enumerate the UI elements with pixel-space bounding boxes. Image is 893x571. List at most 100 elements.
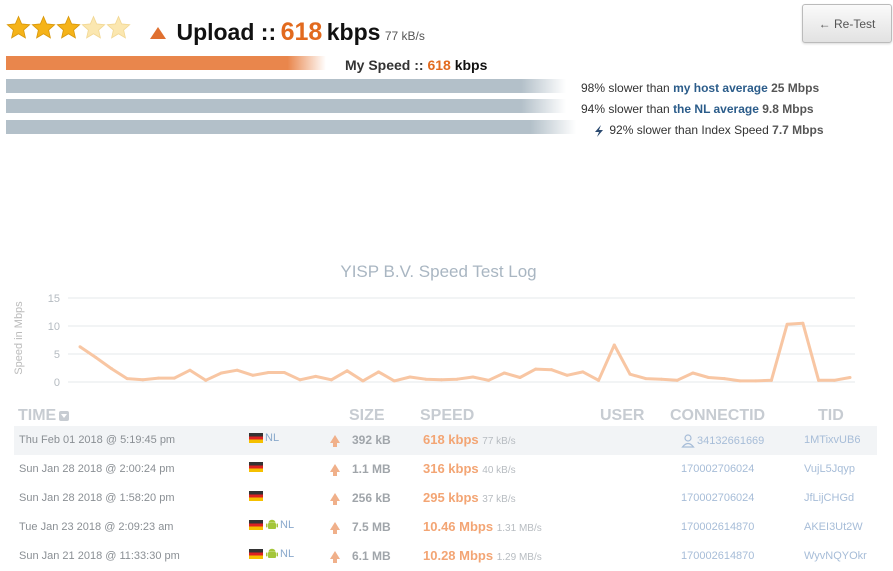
- speed-data-point[interactable]: [565, 373, 569, 377]
- row-speed: 10.28 Mbps 1.29 MB/s: [423, 548, 542, 563]
- speed-data-point[interactable]: [707, 376, 711, 380]
- speed-data-point[interactable]: [298, 378, 302, 382]
- upload-label: Upload ::: [176, 19, 277, 45]
- nl-comparison: 94% slower than the NL average 9.8 Mbps: [581, 102, 814, 116]
- speed-data-point[interactable]: [769, 378, 773, 382]
- row-connectid-value[interactable]: 170002706024: [681, 463, 754, 475]
- upload-arrow-icon: [150, 26, 166, 39]
- speed-data-point[interactable]: [534, 367, 538, 371]
- retest-button[interactable]: ← Re-Test: [802, 4, 892, 43]
- speed-data-point[interactable]: [455, 377, 459, 381]
- speed-data-point[interactable]: [518, 376, 522, 380]
- row-time: Thu Feb 01 2018 @ 5:19:45 pm: [19, 434, 176, 446]
- speed-data-point[interactable]: [439, 378, 443, 382]
- row-connectid-value[interactable]: 170002614870: [681, 521, 754, 533]
- germany-flag-icon: [249, 491, 263, 502]
- nl-average-bar: [6, 99, 566, 113]
- country-code: NL: [280, 519, 295, 532]
- speed-data-point[interactable]: [188, 368, 192, 372]
- row-tid[interactable]: 1MTixvUB6: [804, 434, 860, 446]
- row-speed-sub: 1.29 MB/s: [496, 552, 542, 563]
- row-tid[interactable]: JfLijCHGd: [804, 492, 854, 504]
- host-average-link[interactable]: my host average: [673, 81, 768, 95]
- row-location: NL: [249, 548, 294, 560]
- speed-data-point[interactable]: [314, 374, 318, 378]
- speed-data-point[interactable]: [597, 378, 601, 382]
- row-tid[interactable]: AKEI3Ut2W: [804, 521, 863, 533]
- row-connectid[interactable]: 170002614870: [681, 550, 754, 562]
- my-speed-label: My Speed :: 618 kbps: [345, 57, 487, 73]
- user-icon: [681, 434, 695, 448]
- speed-data-point[interactable]: [267, 370, 271, 374]
- country-code: NL: [265, 432, 280, 445]
- speed-data-point[interactable]: [817, 378, 821, 382]
- table-row[interactable]: Tue Jan 23 2018 @ 2:09:23 am NL 7.5 MB 10.4…: [14, 513, 877, 542]
- speed-data-point[interactable]: [691, 371, 695, 375]
- android-icon: [266, 519, 278, 530]
- speed-data-point[interactable]: [675, 378, 679, 382]
- table-row[interactable]: Sun Jan 28 2018 @ 2:00:24 pm 1.1 MB 316 kb…: [14, 455, 877, 484]
- table-row[interactable]: Sun Jan 21 2018 @ 11:33:30 pm NL 6.1 MB 10.…: [14, 542, 877, 571]
- speed-data-point[interactable]: [801, 321, 805, 325]
- nl-average-link[interactable]: the NL average: [673, 102, 759, 116]
- speed-data-point[interactable]: [785, 322, 789, 326]
- table-row[interactable]: Thu Feb 01 2018 @ 5:19:45 pm NL 392 kB 618 …: [14, 426, 877, 455]
- speed-data-point[interactable]: [549, 368, 553, 372]
- speed-data-point[interactable]: [235, 368, 239, 372]
- speed-data-point[interactable]: [109, 367, 113, 371]
- speed-data-point[interactable]: [157, 376, 161, 380]
- row-connectid-value[interactable]: 34132661669: [697, 435, 764, 447]
- speed-data-point[interactable]: [408, 375, 412, 379]
- row-tid[interactable]: VujL5Jqyp: [804, 463, 855, 475]
- speed-data-point[interactable]: [832, 378, 836, 382]
- row-tid[interactable]: WyvNQYOkr: [804, 550, 867, 562]
- speed-data-point[interactable]: [738, 379, 742, 383]
- speed-data-point[interactable]: [487, 378, 491, 382]
- speed-data-point[interactable]: [392, 379, 396, 383]
- speed-data-point[interactable]: [471, 375, 475, 379]
- speed-data-point[interactable]: [644, 377, 648, 381]
- speed-data-point[interactable]: [282, 370, 286, 374]
- speed-data-point[interactable]: [94, 355, 98, 359]
- speed-data-point[interactable]: [502, 371, 506, 375]
- speed-data-point[interactable]: [659, 377, 663, 381]
- table-row[interactable]: Sun Jan 28 2018 @ 1:58:20 pm 256 kB 295 kb…: [14, 484, 877, 513]
- speed-data-point[interactable]: [141, 378, 145, 382]
- row-connectid[interactable]: 170002614870: [681, 521, 754, 533]
- speed-data-point[interactable]: [172, 376, 176, 380]
- speed-data-point[interactable]: [251, 373, 255, 377]
- speed-data-point[interactable]: [722, 377, 726, 381]
- speed-data-point[interactable]: [204, 378, 208, 382]
- speed-data-point[interactable]: [612, 343, 616, 347]
- column-header-size: SIZE: [349, 407, 385, 424]
- sort-icon[interactable]: [59, 410, 70, 421]
- row-time: Sun Jan 28 2018 @ 2:00:24 pm: [19, 463, 175, 475]
- host-comparison-prefix: 98% slower than: [581, 81, 670, 95]
- row-location: [249, 461, 263, 473]
- speed-data-point[interactable]: [424, 377, 428, 381]
- y-tick-label: 5: [54, 349, 60, 361]
- speed-data-point[interactable]: [628, 372, 632, 376]
- speed-data-point[interactable]: [125, 377, 129, 381]
- my-speed-value: 618: [427, 57, 451, 73]
- row-speed-value: 10.46 Mbps: [423, 519, 494, 534]
- speed-data-point[interactable]: [329, 378, 333, 382]
- germany-flag-icon: [249, 433, 263, 444]
- speed-data-point[interactable]: [345, 369, 349, 373]
- speed-data-point[interactable]: [581, 370, 585, 374]
- speed-data-point[interactable]: [377, 370, 381, 374]
- speed-data-point[interactable]: [848, 376, 852, 380]
- speed-data-point[interactable]: [754, 379, 758, 383]
- row-connectid[interactable]: 170002706024: [681, 492, 754, 504]
- row-connectid[interactable]: 170002706024: [681, 463, 754, 475]
- row-connectid-value[interactable]: 170002614870: [681, 550, 754, 562]
- row-speed-sub: 1.31 MB/s: [496, 523, 542, 534]
- speed-data-point[interactable]: [78, 345, 82, 349]
- column-header-time[interactable]: TIME: [18, 407, 70, 425]
- row-connectid[interactable]: 34132661669: [681, 434, 764, 448]
- upload-kbs: 77 kB/s: [384, 29, 425, 43]
- speed-data-point[interactable]: [361, 379, 365, 383]
- row-connectid-value[interactable]: 170002706024: [681, 492, 754, 504]
- row-time: Sun Jan 21 2018 @ 11:33:30 pm: [19, 550, 180, 562]
- speed-data-point[interactable]: [219, 371, 223, 375]
